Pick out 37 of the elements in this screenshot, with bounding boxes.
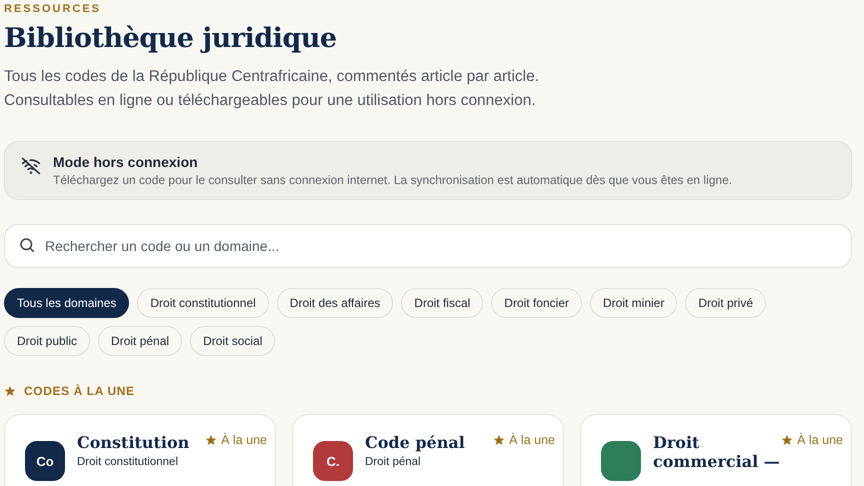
code-card[interactable]: Co Constitution Droit constitutionnel À la une [4,414,276,486]
wifi-off-icon [21,156,41,176]
domain-filter-chip[interactable]: Droit minier [590,288,678,318]
domain-filter-chip[interactable]: Droit constitutionnel [137,288,269,318]
notice-text: Téléchargez un code pour le consulter sans connexion internet. La synchronisation est automatique dès que vous êtes en ligne. [53,173,732,187]
code-title: Droit commercial — [653,433,781,471]
domain-filter-chip[interactable]: Droit privé [685,288,766,318]
code-badge: Co [25,441,65,481]
code-domain: Droit pénal [365,456,422,468]
eyebrow-label: RESSOURCES [4,2,102,15]
domain-filter-chip[interactable]: Droit fiscal [401,288,484,318]
domain-filter-chip[interactable]: Droit foncier [491,288,582,318]
featured-tag: À la une [221,433,267,447]
featured-tag: À la une [509,433,555,447]
code-title: Constitution [77,433,190,452]
search-icon [18,236,36,254]
star-icon [4,385,16,397]
domain-filter-chip[interactable]: Droit social [190,326,276,356]
intro-text: Tous les codes de la République Centrafricaine, commentés article par article. [4,67,540,87]
star-icon [205,434,218,446]
page-title: Bibliothèque juridique [4,22,338,56]
code-title: Code pénal [365,433,465,452]
code-domain: Droit constitutionnel [77,456,179,468]
domain-filter-chip[interactable]: Droit des affaires [276,288,394,318]
code-badge: C. [313,441,353,481]
code-card[interactable]: C. Code pénal Droit pénal À la une [292,414,564,486]
domain-filter-chip[interactable]: Droit pénal [98,326,182,356]
star-icon [781,434,794,446]
section-heading: CODES À LA UNE [24,384,135,398]
search-field[interactable]: Rechercher un code ou un domaine... [4,224,852,268]
notice-title: Mode hors connexion [53,154,199,170]
domain-filter-chip[interactable]: Tous les domaines [4,288,130,318]
star-icon [493,434,506,446]
featured-tag: À la une [797,433,843,447]
domain-filter-chip[interactable]: Droit public [4,326,90,356]
intro-text: Consultables en ligne ou téléchargeables pour une utilisation hors connexion. [4,91,537,111]
code-card[interactable]: Droit commercial — À la une [580,414,852,486]
